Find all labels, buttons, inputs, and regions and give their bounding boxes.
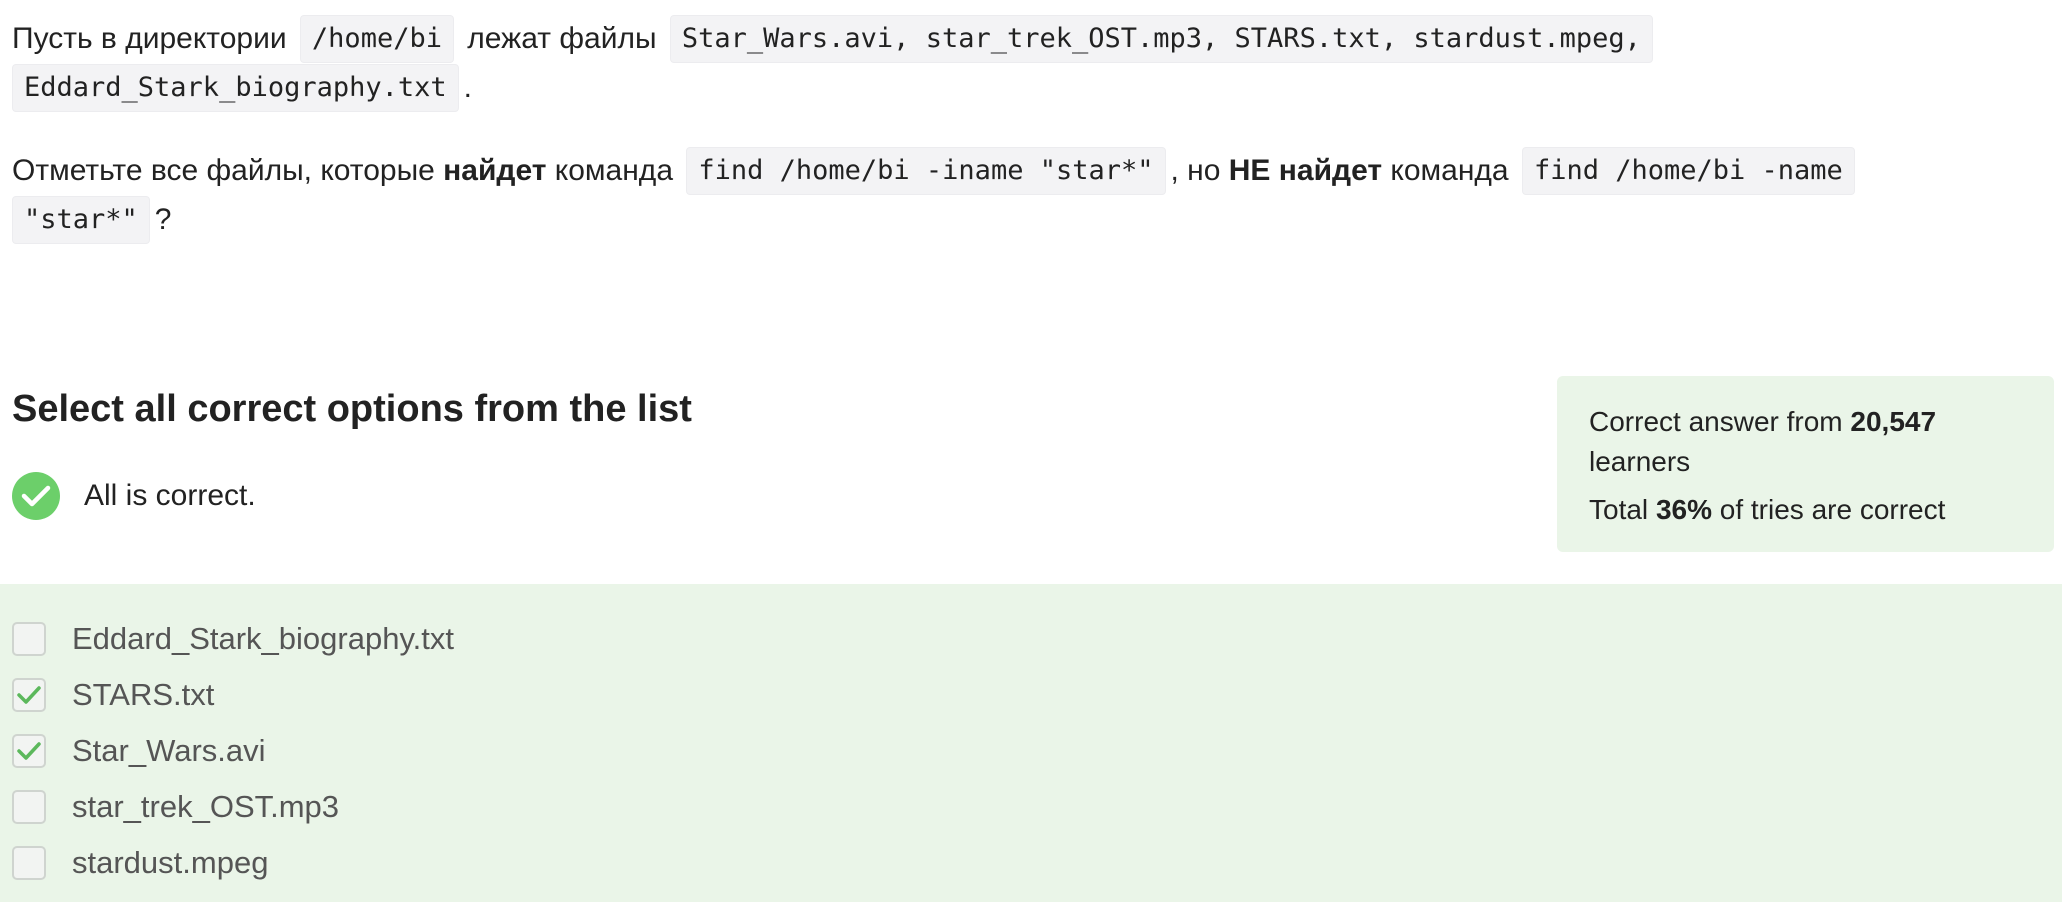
- stats-learners: Correct answer from 20,547 learners: [1589, 402, 2022, 482]
- status-message: All is correct.: [12, 472, 256, 520]
- question-line-2: Eddard_Stark_biography.txt .: [12, 64, 472, 112]
- status-text: All is correct.: [84, 479, 256, 512]
- code-file-list: Star_Wars.avi, star_trek_OST.mp3, STARS.…: [669, 15, 1653, 63]
- stats-text: of tries are correct: [1711, 494, 1946, 525]
- code-find-iname: find /home/bi -iname "star*": [686, 147, 1166, 195]
- section-title: Select all correct options from the list: [12, 388, 692, 430]
- option-label: STARS.txt: [72, 677, 215, 712]
- checkmark-icon: [17, 686, 41, 704]
- checkbox[interactable]: [12, 846, 46, 880]
- learners-count: 20,547: [1850, 406, 1937, 437]
- stats-text: Total: [1589, 494, 1656, 525]
- code-pattern: "star*": [12, 196, 150, 244]
- checkbox[interactable]: [12, 790, 46, 824]
- options-list: Eddard_Stark_biography.txt STARS.txt Sta…: [0, 584, 2062, 902]
- question-line-4: "star*" ?: [12, 196, 171, 244]
- question-text-fragment: Пусть в директории: [12, 22, 295, 55]
- checkbox[interactable]: [12, 678, 46, 712]
- question-line-3: Отметьте все файлы, которые найдет коман…: [12, 147, 1860, 195]
- checkbox[interactable]: [12, 734, 46, 768]
- stats-text: learners: [1589, 446, 1691, 477]
- option-label: stardust.mpeg: [72, 845, 269, 880]
- code-directory: /home/bi: [299, 15, 454, 63]
- checkbox[interactable]: [12, 622, 46, 656]
- option-label: Star_Wars.avi: [72, 733, 266, 768]
- question-line-1: Пусть в директории /home/bi лежат файлы …: [12, 15, 1658, 63]
- question-text-fragment: лежат файлы: [458, 22, 665, 55]
- percent-value: 36%: [1655, 494, 1712, 525]
- option-item[interactable]: stardust.mpeg: [12, 843, 268, 883]
- option-item[interactable]: Eddard_Stark_biography.txt: [12, 619, 454, 659]
- question-emphasis: найдет: [443, 154, 547, 187]
- stats-text: Correct answer from: [1589, 406, 1851, 437]
- option-item[interactable]: star_trek_OST.mp3: [12, 787, 339, 827]
- option-item[interactable]: Star_Wars.avi: [12, 731, 266, 771]
- checkmark-icon: [17, 742, 41, 760]
- question-text-fragment: команда: [1382, 154, 1517, 187]
- code-file-name: Eddard_Stark_biography.txt: [12, 64, 459, 112]
- question-emphasis: НЕ найдет: [1228, 154, 1383, 187]
- question-text-fragment: команда: [546, 154, 682, 187]
- option-label: star_trek_OST.mp3: [72, 789, 340, 824]
- option-label: Eddard_Stark_biography.txt: [72, 621, 454, 656]
- code-find-name: find /home/bi -name: [1521, 147, 1855, 195]
- question-text-fragment: ?: [154, 203, 172, 236]
- check-circle-icon: [12, 472, 60, 520]
- question-text-fragment: , но: [1170, 154, 1229, 187]
- question-text-fragment: Отметьте все файлы, которые: [12, 154, 444, 187]
- stats-percent: Total 36% of tries are correct: [1589, 490, 2022, 530]
- stats-panel: Correct answer from 20,547 learners Tota…: [1557, 376, 2054, 552]
- option-item[interactable]: STARS.txt: [12, 675, 214, 715]
- question-text-fragment: .: [463, 71, 472, 104]
